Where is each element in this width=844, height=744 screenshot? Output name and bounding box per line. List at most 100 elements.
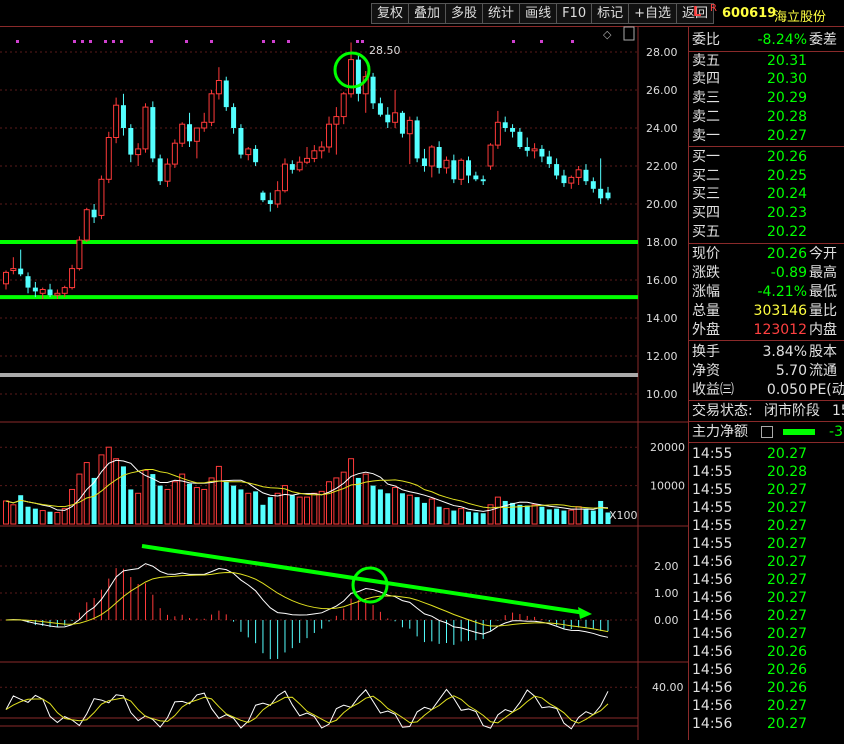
marker-dot [512,40,515,43]
chart-area[interactable]: 28.00 26.00 24.00 22.00 20.00 18.00 16.00 14.00… [0,26,688,740]
tick-price: 20.27 [767,626,808,642]
candle-body [539,148,545,157]
tick-time: 14:56 [692,644,733,660]
candle-body [3,271,9,285]
sell-row[interactable]: 卖一 20.27 [689,127,844,145]
candle-body [561,175,567,184]
candle-body [238,128,244,155]
fund-right-label: PE(动 [809,382,844,398]
candle-body [304,157,310,163]
volume-bar [326,481,333,525]
overlay-button[interactable]: 叠加 [408,3,447,24]
volume-bar [510,502,516,524]
marker-dot [89,40,92,43]
mode-l-label[interactable]: L [693,5,701,20]
buy-price: 20.26 [767,149,808,165]
volume-bar [135,492,142,525]
sell-label: 卖一 [692,128,720,144]
quote-label: 外盘 [692,322,720,338]
mark-button[interactable]: 标记 [591,3,630,24]
buy-row[interactable]: 买五 20.22 [689,223,844,241]
draw-line-button[interactable]: 画线 [519,3,558,24]
buy-label: 买三 [692,186,720,202]
volume-bar [399,493,405,524]
marker-dot [81,40,84,43]
volume-bar [150,474,156,524]
buy-row[interactable]: 买二 20.25 [689,167,844,185]
status-label: 交易状态: [692,403,753,419]
price-axis-label: 10.00 [646,388,678,401]
main-flow-row[interactable]: 主力净额 -3 [689,423,844,441]
multi-stock-button[interactable]: 多股 [445,3,484,24]
candle-body [142,106,149,150]
status-row: 交易状态: 闭市阶段 15 [689,402,844,420]
price-axis-label: 14.00 [646,312,678,325]
stock-header: L R 600619 海立股份 [688,3,844,25]
sell-row[interactable]: 卖三 20.29 [689,89,844,107]
candle-body [61,287,68,294]
tick-time: 14:56 [692,680,733,696]
list-icon[interactable] [761,426,773,438]
candle-body [164,163,171,182]
tick-row: 14:55 20.27 [689,499,844,517]
price-axis-label: 12.00 [646,350,678,363]
volume-bar [157,485,163,524]
volume-bar [128,489,134,524]
quote-value: 123012 [753,322,807,338]
sell-row[interactable]: 卖二 20.28 [689,108,844,126]
candle-body [443,159,450,169]
volume-bar [428,498,435,525]
candle-body [223,80,229,108]
status-suffix: 15 [832,403,844,419]
tick-price: 20.27 [767,554,808,570]
statistics-button[interactable]: 统计 [482,3,521,24]
sell-row[interactable]: 卖四 20.30 [689,70,844,88]
candle-body [187,124,193,142]
quote-label: 涨幅 [692,284,720,300]
candle-body [554,164,560,176]
volume-axis-label: 10000 [650,480,685,493]
macd-panel: 2.00 1.00 0.00 [0,544,679,660]
candle-body [436,147,442,168]
trend-arrow-line [141,544,586,615]
buy-row[interactable]: 买三 20.24 [689,185,844,203]
candle-body [245,148,252,156]
candle-body [605,192,611,199]
volume-bar [289,495,295,524]
quote-label: 涨跌 [692,265,720,281]
weibi-row: 委比 -8.24% 委差 [689,31,844,49]
buy-row[interactable]: 买四 20.23 [689,204,844,222]
tick-row: 14:56 20.27 [689,697,844,715]
fund-label: 净资 [692,363,720,379]
diamond-icon[interactable]: ◇ [603,28,612,41]
sell-label: 卖四 [692,71,720,87]
quote-label: 总量 [692,303,720,319]
volume-bar [311,492,318,525]
sell-price: 20.27 [767,128,808,144]
kline-chart-svg[interactable]: 28.00 26.00 24.00 22.00 20.00 18.00 16.00 14.00… [0,26,688,740]
price-axis-label: 16.00 [646,274,678,287]
sell-price: 20.30 [767,71,808,87]
sell-row[interactable]: 卖五 20.31 [689,52,844,70]
candle-body [451,160,457,180]
buy-row[interactable]: 买一 20.26 [689,148,844,166]
candle-body [83,209,90,241]
candle-body [377,103,383,115]
volume-bar [113,458,120,525]
volume-bar [377,489,383,524]
volume-bar [187,483,193,524]
volume-bar [238,489,244,524]
candle-body [510,128,516,132]
marker-dot [73,40,76,43]
mode-r-label[interactable]: R [710,3,717,14]
add-watchlist-button[interactable]: +自选 [628,3,678,24]
f10-button[interactable]: F10 [556,3,593,24]
buy-price: 20.25 [767,168,808,184]
buy-price: 20.23 [767,205,808,221]
kdj-panel: 40.00 [0,681,684,730]
fuquan-button[interactable]: 复权 [371,3,410,24]
collapse-panel-icon[interactable] [623,26,635,41]
candle-body [406,119,413,135]
tick-row: 14:55 20.27 [689,517,844,535]
volume-bar [164,488,171,525]
